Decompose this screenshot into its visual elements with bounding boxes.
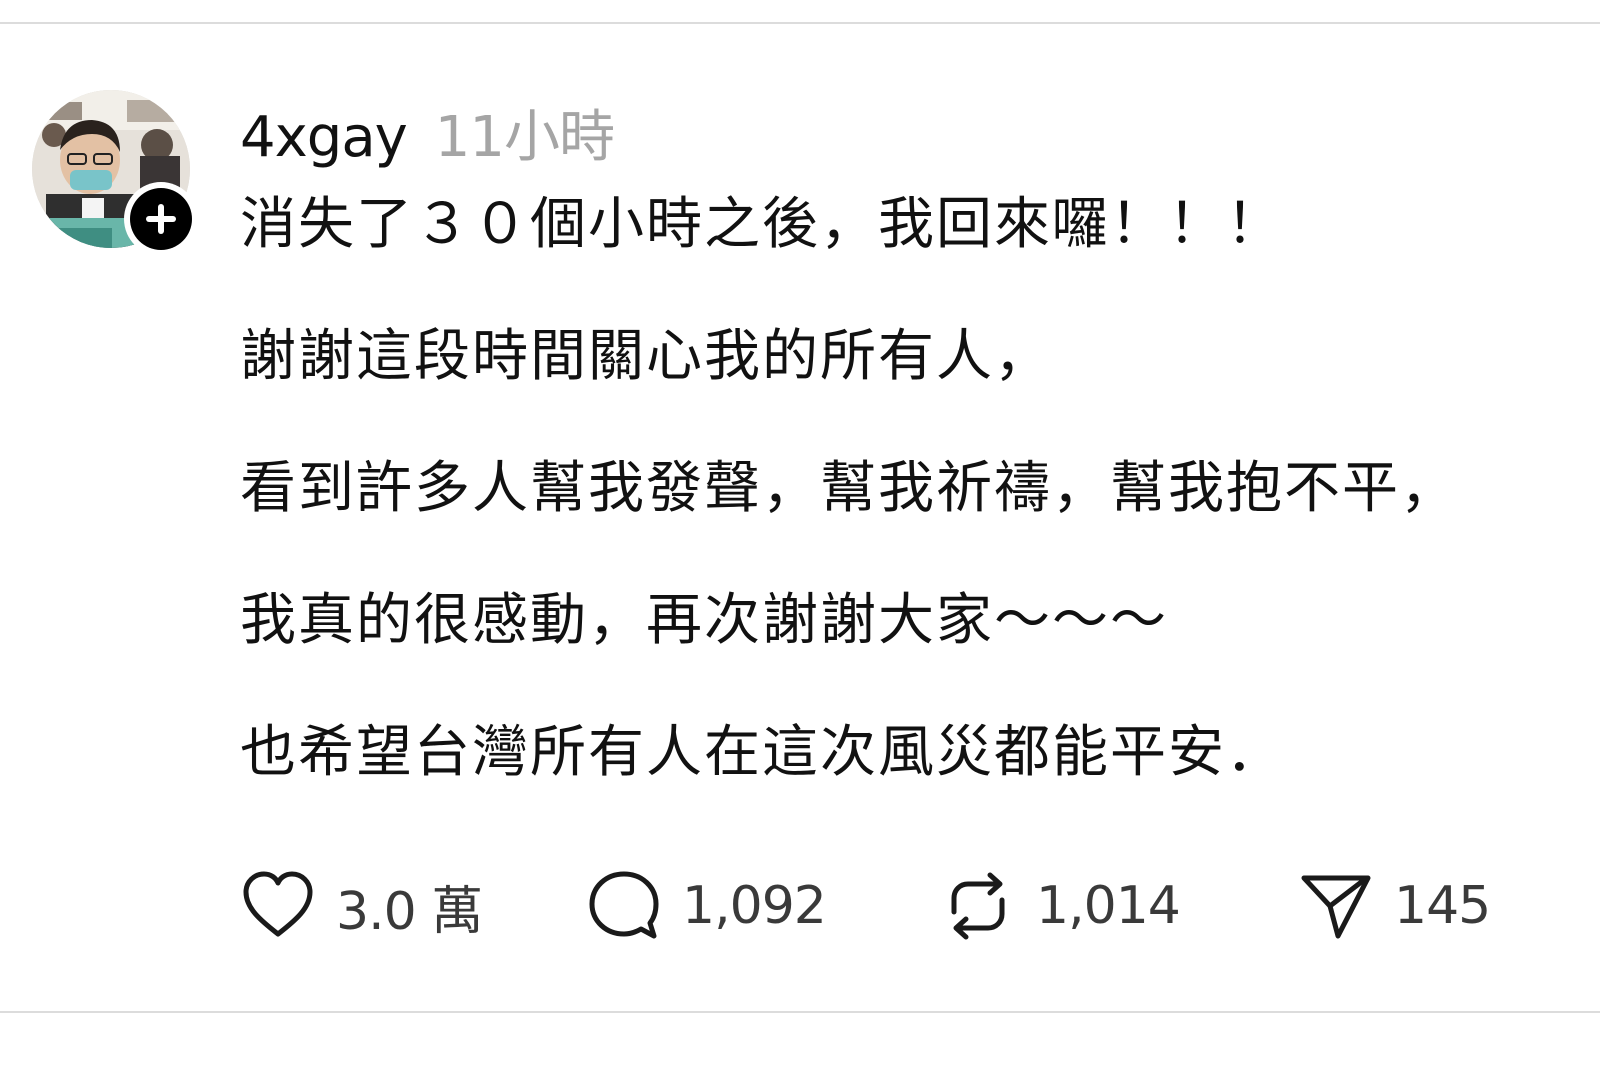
repost-count: 1,014 [1036,876,1181,936]
repost-button[interactable]: 1,014 [940,866,1181,946]
plus-icon [130,188,192,250]
post-timestamp[interactable]: 11小時 [435,92,615,173]
post-text-line: 我真的很感動，再次謝謝大家～～～ [240,588,1168,653]
top-divider [0,22,1600,24]
comment-count: 1,092 [682,876,827,936]
repost-icon [951,872,1005,940]
share-button[interactable]: 145 [1298,866,1491,946]
like-button[interactable]: 3.0 萬 [240,866,483,946]
username-link[interactable]: 4xgay [240,105,408,170]
send-icon [1301,875,1371,939]
comment-button[interactable]: 1,092 [586,866,827,946]
bottom-divider [0,1011,1600,1013]
post-text-line: 謝謝這段時間關心我的所有人， [240,324,1052,389]
comment-bubble-icon [589,871,659,939]
follow-button[interactable] [124,182,198,256]
like-count: 3.0 萬 [336,881,483,942]
share-count: 145 [1394,876,1491,936]
heart-icon [243,871,313,937]
post-text-line: 也希望台灣所有人在這次風災都能平安． [240,720,1284,785]
avatar-container[interactable] [32,90,198,256]
post-text-line: 看到許多人幫我發聲，幫我祈禱，幫我抱不平， [240,456,1458,521]
post-header: 4xgay 11小時 [240,92,615,170]
post-body: 消失了３０個小時之後，我回來囉！！！ 謝謝這段時間關心我的所有人， 看到許多人幫… [240,190,1600,850]
post-text-line: 消失了３０個小時之後，我回來囉！！！ [240,192,1284,257]
post-action-bar: 3.0 萬 1,092 1,014 145 [240,866,1600,946]
